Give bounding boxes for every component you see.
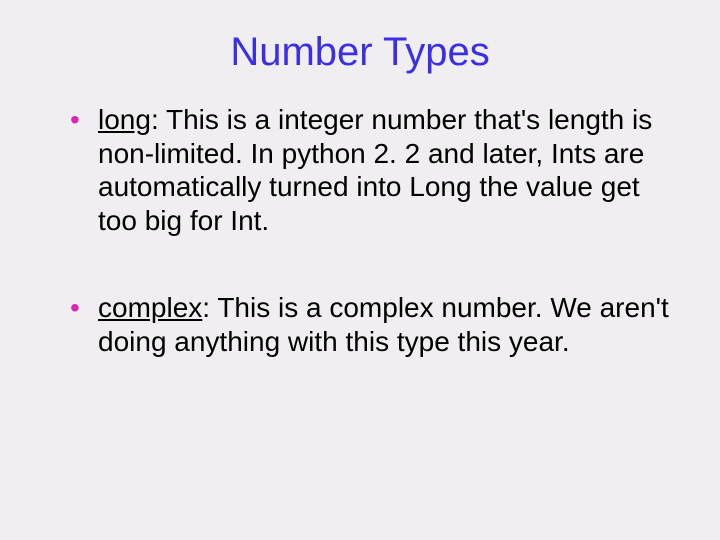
bullet-term: long [98,104,151,135]
slide: Number Types long: This is a integer num… [0,0,720,540]
list-item: complex: This is a complex number. We ar… [70,291,670,358]
slide-title: Number Types [40,30,680,75]
bullet-desc: : This is a integer number that's length… [98,104,652,236]
bullet-list: long: This is a integer number that's le… [40,103,680,359]
bullet-term: complex [98,292,202,323]
list-item: long: This is a integer number that's le… [70,103,670,237]
